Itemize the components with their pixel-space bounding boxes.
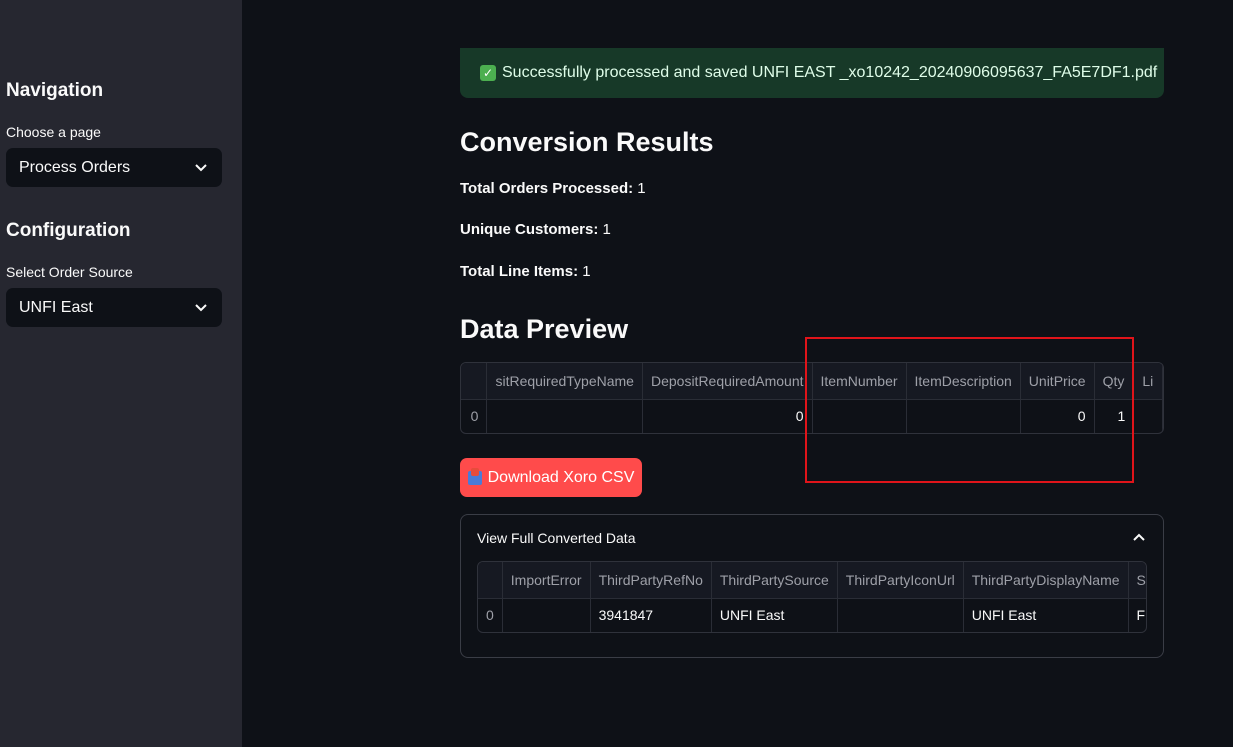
configuration-heading: Configuration (6, 220, 131, 241)
table-row: 0 3941847 UNFI East UNFI East F (478, 598, 1146, 632)
source-select-label: Select Order Source (6, 264, 133, 280)
column-header[interactable]: ThirdPartyDisplayName (963, 562, 1129, 599)
download-csv-button[interactable]: Download Xoro CSV (460, 458, 642, 497)
stat-label: Total Line Items: (460, 263, 579, 280)
chevron-down-icon (195, 163, 207, 171)
table-cell[interactable] (1133, 399, 1163, 433)
conversion-results-title: Conversion Results (460, 127, 714, 157)
table-cell[interactable]: 0 (478, 598, 503, 632)
table-cell[interactable] (502, 598, 591, 632)
preview-table[interactable]: sitRequiredTypeName DepositRequiredAmoun… (460, 362, 1164, 434)
table-cell[interactable]: UNFI East (711, 598, 838, 632)
chevron-up-icon[interactable] (1133, 533, 1145, 541)
table-cell[interactable] (486, 399, 643, 433)
stat-value: 1 (637, 180, 646, 197)
column-header[interactable]: ItemDescription (906, 363, 1021, 400)
expander-title[interactable]: View Full Converted Data (477, 530, 635, 546)
column-header[interactable]: Qty (1094, 363, 1135, 400)
table-cell[interactable]: 0 (1020, 399, 1095, 433)
stat-label: Total Orders Processed: (460, 180, 634, 197)
chevron-down-icon (195, 303, 207, 311)
navigation-heading: Navigation (6, 80, 104, 101)
table-header-row: sitRequiredTypeName DepositRequiredAmoun… (461, 363, 1163, 400)
column-header[interactable]: DepositRequiredAmount (642, 363, 813, 400)
table-cell[interactable]: 0 (461, 399, 488, 433)
page-select-value: Process Orders (19, 158, 131, 176)
stat-customers: Unique Customers: 1 (460, 221, 611, 238)
column-header[interactable]: ImportError (502, 562, 591, 599)
success-alert: ✓ Successfully processed and saved UNFI … (460, 48, 1164, 98)
full-data-table[interactable]: ImportError ThirdPartyRefNo ThirdPartySo… (477, 561, 1147, 633)
column-header[interactable]: ThirdPartySource (711, 562, 838, 599)
source-select-value: UNFI East (19, 298, 93, 316)
download-button-label: Download Xoro CSV (487, 468, 635, 486)
table-row: 0 0 0 1 (461, 399, 1163, 433)
table-cell[interactable]: F (1128, 598, 1146, 632)
table-cell[interactable] (906, 399, 1021, 433)
table-cell[interactable] (837, 598, 964, 632)
full-data-expander: View Full Converted Data ImportError Thi… (460, 514, 1164, 658)
table-cell[interactable]: UNFI East (963, 598, 1129, 632)
success-message: Successfully processed and saved UNFI EA… (502, 64, 1158, 81)
column-header[interactable]: UnitPrice (1020, 363, 1095, 400)
stat-value: 1 (602, 221, 611, 238)
page-select[interactable]: Process Orders (6, 148, 222, 187)
stat-orders: Total Orders Processed: 1 (460, 180, 646, 197)
data-preview-title: Data Preview (460, 314, 629, 344)
column-header[interactable]: sitRequiredTypeName (486, 363, 643, 400)
source-select[interactable]: UNFI East (6, 288, 222, 327)
column-header[interactable]: S (1128, 562, 1146, 599)
check-icon: ✓ (480, 65, 496, 81)
column-header[interactable]: Li (1133, 363, 1163, 400)
table-cell[interactable]: 3941847 (590, 598, 712, 632)
column-header[interactable] (461, 363, 488, 400)
table-cell[interactable] (812, 399, 907, 433)
column-header[interactable]: ItemNumber (812, 363, 907, 400)
stat-label: Unique Customers: (460, 221, 599, 238)
stat-value: 1 (582, 263, 591, 280)
column-header[interactable] (478, 562, 503, 599)
table-cell[interactable]: 1 (1094, 399, 1135, 433)
sidebar: Navigation Choose a page Process Orders … (0, 0, 242, 747)
inbox-tray-icon (467, 467, 482, 485)
table-header-row: ImportError ThirdPartyRefNo ThirdPartySo… (478, 562, 1146, 599)
table-cell[interactable]: 0 (642, 399, 813, 433)
column-header[interactable]: ThirdPartyRefNo (590, 562, 712, 599)
column-header[interactable]: ThirdPartyIconUrl (837, 562, 964, 599)
stat-line-items: Total Line Items: 1 (460, 263, 591, 280)
page-select-label: Choose a page (6, 124, 101, 140)
